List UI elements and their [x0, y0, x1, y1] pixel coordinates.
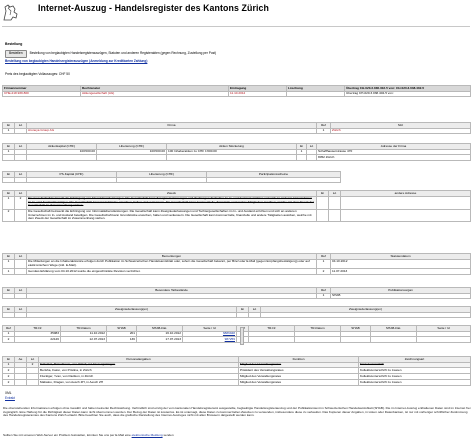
- statute-2-date: 11.07.2013: [330, 268, 471, 275]
- order-price: Preis des beglaubigten Vollauszuges: CHF…: [5, 72, 70, 76]
- person-4-loe: [26, 378, 39, 386]
- journal-2-tr-datum: 12.07.2013: [60, 336, 107, 344]
- firm-number: CHE-218.939.800: [2, 90, 81, 98]
- address-city: 8052 Zürich: [316, 154, 471, 162]
- remark-1-text: Die Mitteilungen an die Inhaberaktionäre…: [26, 258, 317, 270]
- journal-scrollbar[interactable]: [240, 327, 244, 345]
- firm-number-table: Firmennummer Rechtsnatur Eintragung Lösc…: [2, 85, 471, 98]
- page-title: Internet-Auszug - Handelsregister des Ka…: [38, 3, 270, 13]
- purpose-2-loe: [14, 208, 27, 223]
- branch-table: Ei Lö Zweigniederlassung(en) Ei Lö Zweig…: [2, 306, 471, 319]
- journal-2-shab-dat: 17.07.2013: [136, 336, 183, 344]
- journal-2-shab-link[interactable]: 987259: [182, 336, 237, 344]
- purpose-2-ei: 2: [2, 208, 15, 223]
- purpose-1-ei: 1: [2, 195, 15, 210]
- journal-2-ref: 2: [2, 336, 15, 344]
- person-4-signature: Kollektivunterschrift zu zweien: [358, 378, 471, 386]
- journal-2-shab: 136: [106, 336, 137, 344]
- publication-organ: SHAB: [330, 292, 471, 300]
- order-description: Bestellung von beglaubigten Handelsregis…: [29, 51, 217, 56]
- creditcard-order-link[interactable]: Bestellung von beglaubigten Handelsregis…: [5, 59, 147, 64]
- firma-ei: 1: [2, 127, 15, 135]
- firma-loe: [14, 127, 27, 135]
- person-4-ae: [14, 378, 27, 386]
- firma-name: Aroneya Group AG: [26, 127, 317, 135]
- person-4-name: Mabaloo, Dragan, von Aesch ZH, in Aesch …: [38, 378, 239, 386]
- remark-1-loe: [14, 258, 27, 270]
- xml-extract-link[interactable]: Extrakt: [5, 396, 15, 401]
- publication-ref: 1: [316, 292, 331, 300]
- purpose-table: Ei Lö Zweck Ei Lö andere Adresse 1 2 Die…: [2, 190, 471, 223]
- persons-table: Ei Ae Lö Personalangaben Funktion Zeichn…: [2, 356, 471, 386]
- purpose-1-loe: 2: [14, 195, 27, 210]
- footer-contact-suffix: senden: [163, 433, 174, 437]
- remark-2-loe: [14, 268, 27, 275]
- footer-contact-prefix: Sollten Sie mit unserem Web-Server ein P…: [3, 433, 131, 437]
- header-divider: [2, 26, 470, 27]
- order-heading: Bestellung: [5, 42, 23, 46]
- registration-date: 11.10.2012: [228, 90, 287, 98]
- facts-table: Ei Lö Besondere Tatbestände Ref Publikat…: [2, 287, 471, 300]
- order-button[interactable]: Bestellen: [5, 50, 27, 58]
- remarks-table: Ei Lö Bemerkungen Ref Statutendatum 1 Di…: [2, 253, 471, 275]
- firma-table: Ei Lö Firma Ref Sitz 1 Aroneya Group AG …: [2, 122, 471, 135]
- purpose-2-text: Die Gesellschaft bezweckt die Erbringung…: [26, 208, 317, 223]
- statute-1-date: 04.10.2012: [330, 258, 471, 270]
- remark-2-ei: 1: [2, 268, 15, 275]
- person-4-ei: 2: [2, 378, 15, 386]
- journal-2-tr-nr: 22126: [14, 336, 61, 344]
- person-4-function: Mitglied des Verwaltungsrates: [238, 378, 359, 386]
- purpose-1-text: Die Gesellschaft bezweckt die Erbringung…: [26, 195, 317, 210]
- sitz-ref: 1: [316, 127, 331, 135]
- ps-capital-table: Ei Lö PS-Kapital (CHF) Liberierung (CHF)…: [2, 171, 341, 184]
- statute-1-ref: 1: [316, 258, 331, 270]
- order-row: Bestellen Bestellung von beglaubigten Ha…: [5, 50, 216, 58]
- remark-1-ei: 1: [2, 258, 15, 270]
- electronic-report-link[interactable]: elektronische Meldung: [132, 433, 163, 437]
- zurich-lion-logo: [2, 2, 20, 22]
- sitz-value: Zürich: [330, 127, 471, 135]
- journal-table: Ref TR-Nr TR-Datum SHAB SHAB-Dat. Seite …: [2, 325, 471, 344]
- statute-2-ref: 2: [316, 268, 331, 275]
- capital-table: Ei Lö Aktienkapital (CHF) Liberierung (C…: [2, 143, 471, 162]
- footer-contact: Sollten Sie mit unserem Web-Server ein P…: [3, 433, 471, 438]
- deletion-date: [286, 90, 345, 98]
- legal-form: Aktiengesellschaft (AG): [80, 90, 229, 98]
- footer-disclaimer: Die obenstehenden Informationen erfolgen…: [3, 406, 471, 418]
- transfer-from: Übertrag CH-020.3.038.402-5 von:: [344, 90, 471, 98]
- remark-2-text: Gemäss Erklärung vom 04.10.2012 wurde di…: [26, 268, 317, 275]
